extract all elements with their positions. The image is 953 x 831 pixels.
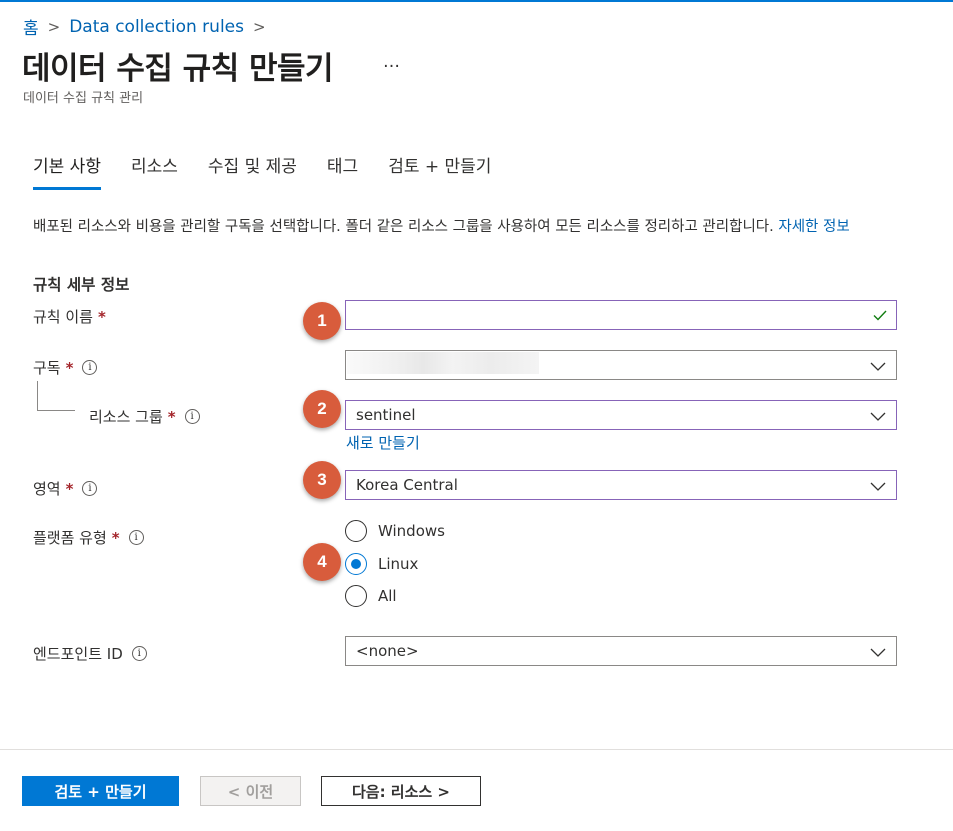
annotation-badge-2: 2 bbox=[303, 390, 341, 428]
footer-divider bbox=[0, 749, 953, 750]
info-icon[interactable]: i bbox=[184, 409, 200, 424]
breadcrumb-data-collection-rules[interactable]: Data collection rules bbox=[69, 17, 244, 37]
next-resources-button[interactable]: 다음: 리소스 > bbox=[321, 776, 481, 806]
description: 배포된 리소스와 비용을 관리할 구독을 선택합니다. 폴더 같은 리소스 그룹… bbox=[33, 216, 903, 238]
info-icon[interactable]: i bbox=[82, 360, 98, 375]
radio-all-label: All bbox=[378, 587, 397, 605]
check-icon bbox=[873, 310, 887, 321]
rule-name-label: 규칙 이름 * bbox=[33, 306, 106, 327]
required-marker: * bbox=[65, 479, 74, 498]
more-options-button[interactable]: … bbox=[383, 52, 401, 72]
rule-name-label-text: 규칙 이름 bbox=[33, 308, 93, 326]
rule-name-input[interactable] bbox=[345, 300, 897, 330]
breadcrumb: 홈 > Data collection rules > bbox=[23, 14, 275, 40]
subscription-label-text: 구독 bbox=[33, 359, 61, 377]
tab-resources[interactable]: 리소스 bbox=[131, 152, 178, 187]
tab-collect-and-deliver[interactable]: 수집 및 제공 bbox=[208, 152, 297, 187]
page-title: 데이터 수집 규칙 만들기 bbox=[22, 51, 334, 87]
tab-basics[interactable]: 기본 사항 bbox=[33, 152, 101, 190]
radio-linux[interactable]: Linux bbox=[345, 553, 418, 575]
annotation-badge-4: 4 bbox=[303, 543, 341, 581]
radio-button[interactable] bbox=[345, 585, 367, 607]
tree-connector bbox=[37, 381, 38, 411]
radio-button[interactable] bbox=[345, 520, 367, 542]
redacted-subscription-name bbox=[347, 352, 539, 374]
region-label: 영역 * i bbox=[33, 478, 98, 499]
info-icon[interactable]: i bbox=[82, 481, 98, 496]
top-accent-bar bbox=[0, 0, 953, 2]
required-marker: * bbox=[65, 358, 74, 377]
description-text: 배포된 리소스와 비용을 관리할 구독을 선택합니다. 폴더 같은 리소스 그룹… bbox=[33, 219, 779, 235]
resource-group-value: sentinel bbox=[356, 406, 416, 424]
section-title: 규칙 세부 정보 bbox=[33, 276, 130, 294]
radio-all[interactable]: All bbox=[345, 585, 397, 607]
breadcrumb-separator-icon: > bbox=[252, 17, 266, 36]
chevron-down-icon bbox=[870, 362, 886, 371]
region-dropdown[interactable]: Korea Central bbox=[345, 470, 897, 500]
review-create-button[interactable]: 검토 + 만들기 bbox=[22, 776, 179, 806]
radio-linux-label: Linux bbox=[378, 555, 419, 573]
required-marker: * bbox=[97, 307, 106, 326]
info-icon[interactable]: i bbox=[131, 646, 147, 661]
endpoint-id-label-text: 엔드포인트 ID bbox=[33, 645, 123, 663]
platform-type-label: 플랫폼 유형 * i bbox=[33, 527, 144, 548]
previous-button[interactable]: < 이전 bbox=[200, 776, 301, 806]
region-value: Korea Central bbox=[356, 476, 458, 494]
tab-bar: 기본 사항 리소스 수집 및 제공 태그 검토 + 만들기 bbox=[33, 152, 521, 190]
breadcrumb-home[interactable]: 홈 bbox=[23, 14, 39, 39]
chevron-down-icon bbox=[870, 412, 886, 421]
chevron-down-icon bbox=[870, 648, 886, 657]
breadcrumb-separator-icon: > bbox=[47, 17, 61, 36]
required-marker: * bbox=[111, 528, 120, 547]
subscription-label: 구독 * i bbox=[33, 357, 98, 378]
annotation-badge-3: 3 bbox=[303, 461, 341, 499]
resource-group-dropdown[interactable]: sentinel bbox=[345, 400, 897, 430]
tab-tags[interactable]: 태그 bbox=[327, 152, 358, 187]
page-subtitle: 데이터 수집 규칙 관리 bbox=[23, 91, 144, 106]
region-label-text: 영역 bbox=[33, 480, 61, 498]
tab-review-create[interactable]: 검토 + 만들기 bbox=[388, 152, 491, 187]
annotation-badge-1: 1 bbox=[303, 302, 341, 340]
required-marker: * bbox=[167, 407, 176, 426]
resource-group-label-text: 리소스 그룹 bbox=[89, 408, 163, 426]
tree-connector bbox=[37, 410, 75, 411]
chevron-down-icon bbox=[870, 482, 886, 491]
endpoint-id-label: 엔드포인트 ID i bbox=[33, 643, 147, 664]
learn-more-link[interactable]: 자세한 정보 bbox=[778, 219, 849, 235]
create-new-resource-group-link[interactable]: 새로 만들기 bbox=[346, 432, 420, 453]
platform-type-label-text: 플랫폼 유형 bbox=[33, 529, 107, 547]
radio-windows[interactable]: Windows bbox=[345, 520, 445, 542]
endpoint-id-value: <none> bbox=[356, 642, 419, 660]
radio-windows-label: Windows bbox=[378, 522, 445, 540]
resource-group-label: 리소스 그룹 * i bbox=[89, 406, 200, 427]
endpoint-id-dropdown[interactable]: <none> bbox=[345, 636, 897, 666]
radio-button-selected[interactable] bbox=[345, 553, 367, 575]
info-icon[interactable]: i bbox=[128, 530, 144, 545]
